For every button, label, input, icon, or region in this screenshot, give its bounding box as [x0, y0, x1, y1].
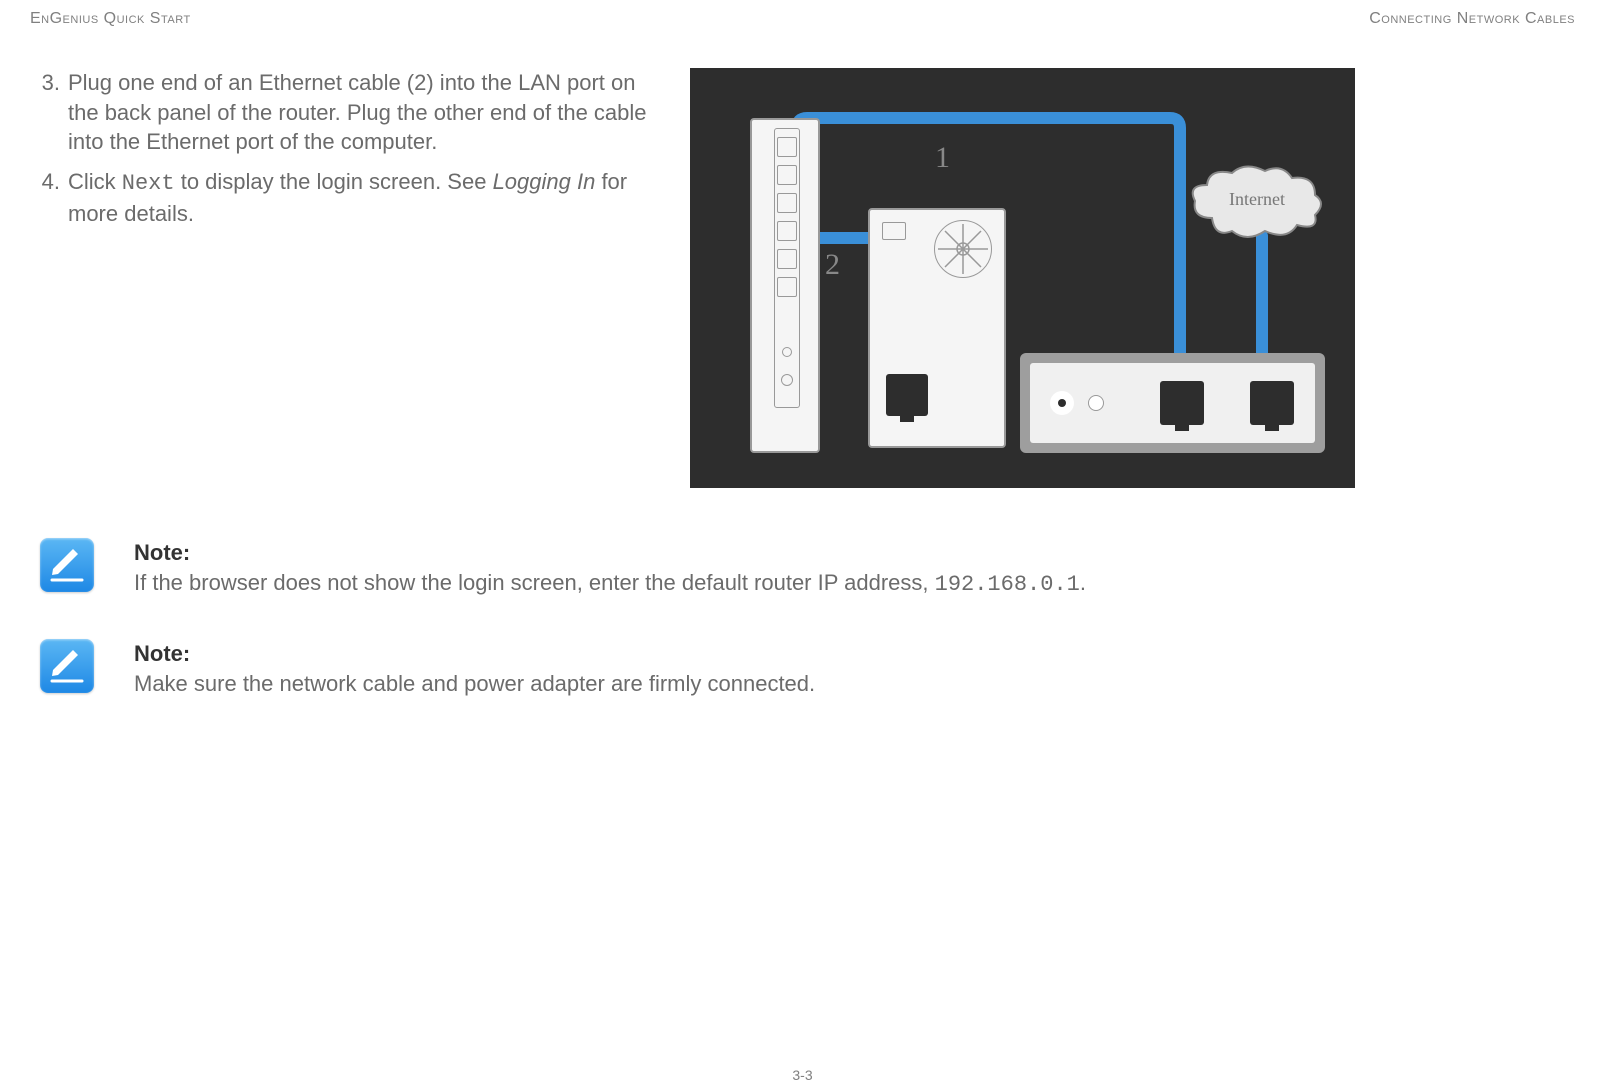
header-left: EnGenius Quick Start: [30, 10, 191, 28]
step-number: 3.: [30, 68, 60, 157]
modem-button: [1088, 395, 1104, 411]
note-code: 192.168.0.1: [935, 572, 1080, 597]
modem-coax-port: [1050, 391, 1074, 415]
modem-ethernet-port: [1160, 381, 1204, 425]
cable-label-2: 2: [825, 248, 840, 282]
internet-cloud-icon: Internet: [1187, 163, 1327, 243]
router-jack: [782, 347, 792, 357]
step-number: 4.: [30, 167, 60, 228]
note-body-prefix: Make sure the network cable and power ad…: [134, 671, 815, 696]
note-icon: [40, 639, 94, 693]
code-text: Next: [122, 171, 175, 196]
page-number: 3-3: [0, 1067, 1605, 1083]
diagram-column: 1 2: [690, 68, 1575, 488]
note-block: Note: Make sure the network cable and po…: [40, 639, 1575, 700]
network-diagram: 1 2: [690, 68, 1355, 488]
page-header: EnGenius Quick Start Connecting Network …: [30, 10, 1575, 28]
text: Click: [68, 169, 122, 194]
pc-port: [882, 222, 906, 240]
step-body: Click Next to display the login screen. …: [68, 167, 670, 228]
instruction-item-3: 3. Plug one end of an Ethernet cable (2)…: [30, 68, 670, 157]
router-port: [777, 221, 797, 241]
cable-label-1: 1: [935, 141, 950, 175]
router-port: [777, 137, 797, 157]
instruction-item-4: 4. Click Next to display the login scree…: [30, 167, 670, 228]
note-icon: [40, 538, 94, 592]
router-port: [777, 193, 797, 213]
notes-section: Note: If the browser does not show the l…: [30, 538, 1575, 701]
reference-text: Logging In: [493, 169, 596, 194]
note-text: Note: If the browser does not show the l…: [134, 538, 1086, 599]
note-body-suffix: .: [1080, 570, 1086, 595]
text: to display the login screen. See: [175, 169, 493, 194]
text-column: 3. Plug one end of an Ethernet cable (2)…: [30, 68, 670, 488]
step-body: Plug one end of an Ethernet cable (2) in…: [68, 68, 670, 157]
note-title: Note:: [134, 538, 1086, 568]
note-block: Note: If the browser does not show the l…: [40, 538, 1575, 599]
pc-ethernet-port: [886, 374, 928, 416]
instruction-list: 3. Plug one end of an Ethernet cable (2)…: [30, 68, 670, 228]
header-right: Connecting Network Cables: [1369, 10, 1575, 28]
modem-device: [1020, 353, 1325, 453]
router-device: [750, 118, 820, 453]
modem-face: [1030, 363, 1315, 443]
router-port-strip: [774, 128, 800, 408]
content-row: 3. Plug one end of an Ethernet cable (2)…: [30, 68, 1575, 488]
note-body-prefix: If the browser does not show the login s…: [134, 570, 935, 595]
note-text: Note: Make sure the network cable and po…: [134, 639, 815, 700]
note-title: Note:: [134, 639, 815, 669]
router-jack: [781, 374, 793, 386]
cloud-label: Internet: [1229, 189, 1285, 209]
router-port: [777, 277, 797, 297]
router-port: [777, 249, 797, 269]
modem-ethernet-port: [1250, 381, 1294, 425]
router-port: [777, 165, 797, 185]
computer-device: [868, 208, 1006, 448]
pc-fan-icon: [934, 220, 992, 278]
